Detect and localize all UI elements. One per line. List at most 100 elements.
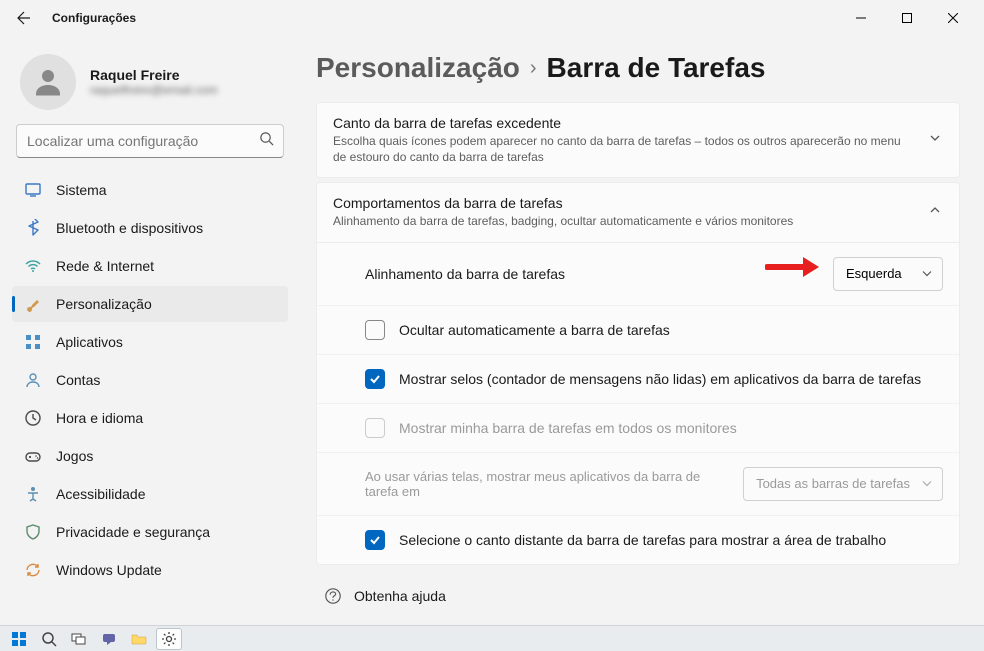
- breadcrumb-current: Barra de Tarefas: [547, 52, 766, 84]
- help-label: Obtenha ajuda: [354, 588, 446, 604]
- gear-icon: [161, 631, 177, 647]
- user-name: Raquel Freire: [90, 67, 218, 83]
- taskbar-start[interactable]: [6, 628, 32, 650]
- access-icon: [24, 485, 42, 503]
- nav-label: Aplicativos: [56, 334, 123, 350]
- bluetooth-icon: [24, 219, 42, 237]
- nav-label: Personalização: [56, 296, 152, 312]
- option-label: Ocultar automaticamente a barra de taref…: [399, 322, 943, 338]
- user-avatar-icon: [30, 64, 66, 100]
- option-label: Ao usar várias telas, mostrar meus aplic…: [365, 469, 705, 499]
- all-monitors-row: Mostrar minha barra de tarefas em todos …: [317, 404, 959, 453]
- autohide-checkbox[interactable]: [365, 320, 385, 340]
- autohide-row: Ocultar automaticamente a barra de taref…: [317, 306, 959, 355]
- dropdown-value: Todas as barras de tarefas: [756, 476, 910, 491]
- title-bar: Configurações: [0, 0, 984, 36]
- nav-item-user[interactable]: Contas: [12, 362, 288, 398]
- option-label: Alinhamento da barra de tarefas: [365, 266, 833, 282]
- taskbar-alignment-dropdown[interactable]: Esquerda: [833, 257, 943, 291]
- chevron-down-icon: [922, 266, 932, 281]
- card-subtitle: Alinhamento da barra de tarefas, badging…: [333, 213, 915, 229]
- badges-row: Mostrar selos (contador de mensagens não…: [317, 355, 959, 404]
- get-help-link[interactable]: Obtenha ajuda: [316, 569, 960, 613]
- chevron-up-icon: [929, 203, 941, 221]
- chevron-down-icon: [922, 476, 932, 491]
- search-icon: [41, 631, 57, 647]
- task-view-icon: [71, 631, 87, 647]
- nav-item-bluetooth[interactable]: Bluetooth e dispositivos: [12, 210, 288, 246]
- game-icon: [24, 447, 42, 465]
- taskbar-alignment-row: Alinhamento da barra de tarefas Esquerda: [317, 243, 959, 306]
- breadcrumb: Personalização › Barra de Tarefas: [316, 52, 960, 84]
- chat-icon: [101, 631, 117, 647]
- option-list: Alinhamento da barra de tarefas Esquerda…: [317, 242, 959, 564]
- update-icon: [24, 561, 42, 579]
- user-email: raquelfreire@email.com: [90, 83, 218, 97]
- taskbar-explorer[interactable]: [126, 628, 152, 650]
- taskbar: [0, 625, 984, 651]
- all-monitors-checkbox: [365, 418, 385, 438]
- taskbar-behaviors-card: Comportamentos da barra de tarefas Alinh…: [316, 182, 960, 564]
- close-button[interactable]: [930, 2, 976, 34]
- brush-icon: [24, 295, 42, 313]
- window-title: Configurações: [52, 11, 136, 25]
- nav-item-system[interactable]: Sistema: [12, 172, 288, 208]
- nav-list: Sistema Bluetooth e dispositivos Rede & In…: [12, 168, 288, 625]
- card-title: Comportamentos da barra de tarefas: [333, 195, 915, 211]
- shield-icon: [24, 523, 42, 541]
- taskbar-behaviors-header[interactable]: Comportamentos da barra de tarefas Alinh…: [317, 183, 959, 241]
- nav-item-wifi[interactable]: Rede & Internet: [12, 248, 288, 284]
- help-icon: [324, 587, 342, 605]
- nav-item-apps[interactable]: Aplicativos: [12, 324, 288, 360]
- card-title: Canto da barra de tarefas excedente: [333, 115, 915, 131]
- main-content: Personalização › Barra de Tarefas Canto …: [300, 36, 984, 625]
- nav-label: Jogos: [56, 448, 93, 464]
- far-corner-checkbox[interactable]: [365, 530, 385, 550]
- close-icon: [948, 13, 958, 23]
- overflow-corner-card: Canto da barra de tarefas excedente Esco…: [316, 102, 960, 178]
- maximize-button[interactable]: [884, 2, 930, 34]
- windows-icon: [11, 631, 27, 647]
- nav-item-brush[interactable]: Personalização: [12, 286, 288, 322]
- search-input[interactable]: [16, 124, 284, 158]
- option-label: Mostrar minha barra de tarefas em todos …: [399, 420, 943, 436]
- nav-label: Privacidade e segurança: [56, 524, 210, 540]
- taskbar-settings[interactable]: [156, 628, 182, 650]
- system-icon: [24, 181, 42, 199]
- nav-label: Bluetooth e dispositivos: [56, 220, 203, 236]
- maximize-icon: [902, 13, 912, 23]
- nav-item-update[interactable]: Windows Update: [12, 552, 288, 588]
- option-label: Selecione o canto distante da barra de t…: [399, 532, 943, 548]
- option-label: Mostrar selos (contador de mensagens não…: [399, 371, 943, 387]
- overflow-corner-header[interactable]: Canto da barra de tarefas excedente Esco…: [317, 103, 959, 177]
- nav-label: Contas: [56, 372, 100, 388]
- taskbar-task-view[interactable]: [66, 628, 92, 650]
- badges-checkbox[interactable]: [365, 369, 385, 389]
- wifi-icon: [24, 257, 42, 275]
- far-corner-row: Selecione o canto distante da barra de t…: [317, 516, 959, 564]
- nav-item-shield[interactable]: Privacidade e segurança: [12, 514, 288, 550]
- chevron-down-icon: [929, 131, 941, 149]
- search-box: [16, 124, 284, 158]
- nav-label: Hora e idioma: [56, 410, 143, 426]
- sidebar: Raquel Freire raquelfreire@email.com Sis…: [0, 36, 300, 625]
- back-button[interactable]: [8, 2, 40, 34]
- folder-icon: [131, 631, 147, 647]
- nav-label: Acessibilidade: [56, 486, 146, 502]
- card-subtitle: Escolha quais ícones podem aparecer no c…: [333, 133, 915, 165]
- taskbar-chat[interactable]: [96, 628, 122, 650]
- minimize-button[interactable]: [838, 2, 884, 34]
- nav-item-game[interactable]: Jogos: [12, 438, 288, 474]
- nav-label: Sistema: [56, 182, 107, 198]
- nav-item-clock[interactable]: Hora e idioma: [12, 400, 288, 436]
- nav-item-access[interactable]: Acessibilidade: [12, 476, 288, 512]
- clock-icon: [24, 409, 42, 427]
- user-profile[interactable]: Raquel Freire raquelfreire@email.com: [12, 48, 288, 124]
- breadcrumb-parent[interactable]: Personalização: [316, 52, 520, 84]
- avatar: [20, 54, 76, 110]
- apps-icon: [24, 333, 42, 351]
- taskbar-search[interactable]: [36, 628, 62, 650]
- user-icon: [24, 371, 42, 389]
- chevron-right-icon: ›: [530, 57, 537, 80]
- user-info: Raquel Freire raquelfreire@email.com: [90, 67, 218, 97]
